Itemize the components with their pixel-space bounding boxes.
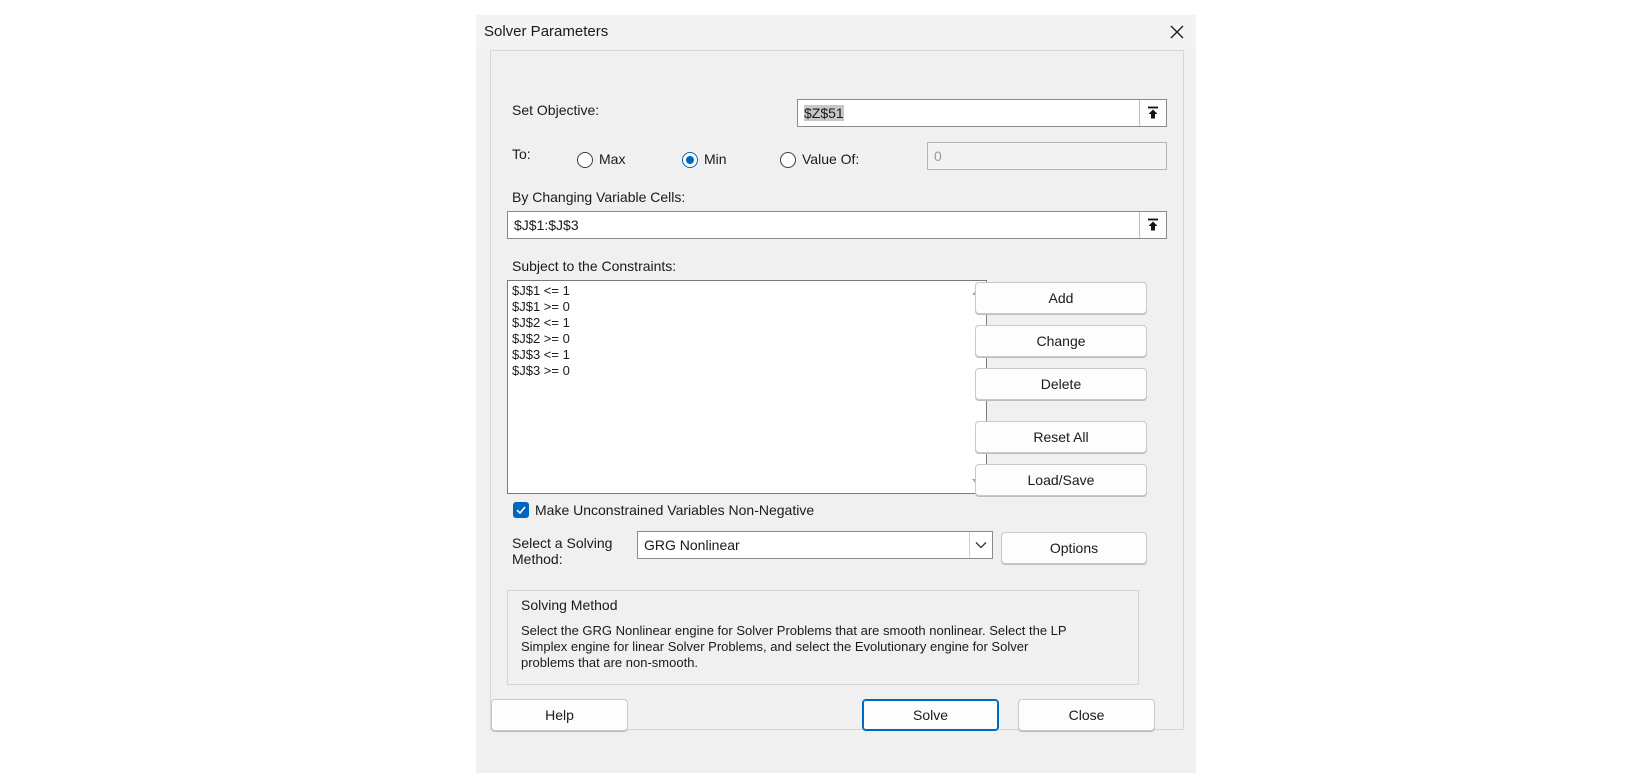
solving-method-dropdown-button[interactable] [969,532,992,558]
delete-button[interactable]: Delete [975,368,1147,400]
collapse-arrow-icon [1148,106,1158,119]
reset-all-button[interactable]: Reset All [975,421,1147,453]
close-button-label: Close [1068,707,1105,723]
solver-parameters-dialog: Solver Parameters Set Objective: $Z$51 T… [476,15,1196,773]
parameters-panel: Set Objective: $Z$51 To: Max Min Value O… [490,50,1184,730]
checkmark-icon [516,506,526,515]
options-button[interactable]: Options [1001,532,1147,564]
reset-all-button-label: Reset All [1033,429,1089,445]
changing-cells-input[interactable]: $J$1:$J$3 [507,211,1167,239]
change-button[interactable]: Change [975,325,1147,357]
changing-cells-label: By Changing Variable Cells: [512,189,686,205]
set-objective-label: Set Objective: [512,102,600,118]
max-label: Max [599,151,626,167]
solving-method-title: Solving Method [521,597,618,613]
close-button[interactable]: Close [1018,699,1155,731]
min-radio-circle[interactable] [682,152,698,168]
solve-button[interactable]: Solve [862,699,999,731]
list-item[interactable]: $J$3 >= 0 [512,363,570,379]
to-label: To: [512,146,531,162]
help-button[interactable]: Help [491,699,628,731]
value-of-input[interactable]: 0 [927,142,1167,170]
solve-button-label: Solve [912,707,949,723]
changing-cells-value: $J$1:$J$3 [514,217,579,233]
close-window-button[interactable] [1162,19,1192,45]
list-item[interactable]: $J$2 <= 1 [512,315,570,331]
solving-method-value: GRG Nonlinear [644,537,740,553]
solving-method-group: Solving Method Select the GRG Nonlinear … [507,590,1139,685]
collapse-arrow-icon [1148,218,1158,231]
solving-method-label-line1: Select a Solving [512,535,613,551]
description-line-2: Simplex engine for linear Solver Problem… [521,639,1029,654]
add-button-label: Add [1048,290,1074,306]
constraints-items: $J$1 <= 1 $J$1 >= 0 $J$2 <= 1 $J$2 >= 0 … [512,283,570,379]
delete-button-label: Delete [1040,376,1082,392]
load-save-button-label: Load/Save [1027,472,1095,488]
set-objective-input[interactable]: $Z$51 [797,99,1167,127]
constraints-list[interactable]: $J$1 <= 1 $J$1 >= 0 $J$2 <= 1 $J$2 >= 0 … [507,280,987,494]
min-label: Min [704,151,727,167]
list-item[interactable]: $J$3 <= 1 [512,347,570,363]
value-of-label: Value Of: [802,151,860,167]
close-icon [1170,25,1184,39]
constraints-label: Subject to the Constraints: [512,258,677,274]
title-bar: Solver Parameters [476,15,1196,49]
objective-collapse-button[interactable] [1139,100,1166,126]
list-item[interactable]: $J$1 <= 1 [512,283,570,299]
add-button[interactable]: Add [975,282,1147,314]
max-radio-circle[interactable] [577,152,593,168]
solving-method-label: Select a Solving Method: [512,535,612,567]
options-button-label: Options [1049,540,1099,556]
change-button-label: Change [1036,333,1086,349]
description-line-1: Select the GRG Nonlinear engine for Solv… [521,623,1067,638]
description-line-3: problems that are non-smooth. [521,655,699,670]
chevron-down-icon [975,542,987,549]
solving-method-description: Select the GRG Nonlinear engine for Solv… [521,623,1067,671]
solving-method-select[interactable]: GRG Nonlinear [637,531,993,559]
nonneg-label: Make Unconstrained Variables Non-Negativ… [535,502,815,518]
solving-method-label-line2: Method: [512,551,563,567]
value-of-radio-circle[interactable] [780,152,796,168]
window-title: Solver Parameters [484,23,609,40]
objective-value: $Z$51 [804,105,844,121]
help-button-label: Help [545,707,574,723]
list-item[interactable]: $J$1 >= 0 [512,299,570,315]
list-item[interactable]: $J$2 >= 0 [512,331,570,347]
nonneg-checkbox-box[interactable] [513,502,529,518]
changing-cells-collapse-button[interactable] [1139,212,1166,238]
load-save-button[interactable]: Load/Save [975,464,1147,496]
